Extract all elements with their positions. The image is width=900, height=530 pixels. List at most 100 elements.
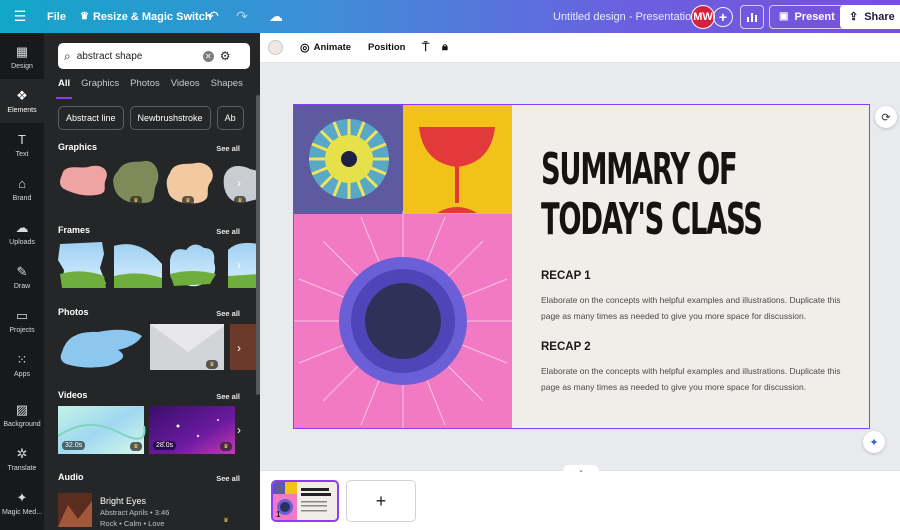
photos-heading: Photos (58, 307, 89, 317)
photos-see-all[interactable]: See all (216, 309, 240, 318)
shapes-icon: ❖ (16, 87, 28, 103)
chip-abstract-line[interactable]: Abstract line (58, 106, 124, 130)
cloud-save-status[interactable]: ☁ (268, 0, 284, 33)
share-label: Share (864, 10, 895, 23)
photos-next-icon[interactable]: › (232, 341, 246, 355)
rail-label: Design (11, 62, 33, 70)
recap1-body[interactable]: Elaborate on the concepts with helpful e… (541, 292, 861, 324)
graphics-see-all[interactable]: See all (216, 144, 240, 153)
rail-item-elements[interactable]: ❖ Elements (0, 79, 44, 123)
lock-button[interactable]: 🔒︎ (442, 41, 448, 54)
pen-icon: ✎ (16, 263, 28, 279)
background-color-swatch[interactable] (268, 40, 283, 55)
tab-shapes[interactable]: Shapes (211, 78, 243, 94)
chip-newbrushstroke[interactable]: Newbrushstroke (129, 106, 211, 130)
search-input[interactable] (76, 50, 197, 62)
rail-item-projects[interactable]: ▭ Projects (0, 299, 44, 343)
recap2-heading[interactable]: RECAP 2 (541, 341, 591, 353)
audio-track-artist: Abstract Aprils • 3:46 (100, 508, 170, 517)
folder-icon: ▭ (15, 307, 29, 323)
rail-item-apps[interactable]: ⁙ Apps (0, 343, 44, 387)
share-button[interactable]: ⇪ Share (840, 0, 900, 33)
recap2-body[interactable]: Elaborate on the concepts with helpful e… (541, 363, 861, 395)
videos-next-icon[interactable]: › (232, 423, 246, 437)
resize-label: Resize & Magic Switch (92, 10, 212, 23)
tab-graphics[interactable]: Graphics (81, 78, 119, 94)
audio-see-all[interactable]: See all (216, 474, 240, 483)
redo-icon: ↷ (236, 8, 248, 24)
animate-button[interactable]: ◎ Animate (300, 41, 351, 54)
resize-magic-switch-button[interactable]: ♛ Resize & Magic Switch (80, 0, 212, 33)
page-thumbnail-1[interactable]: 1 (271, 480, 339, 522)
photo-blue-brushstroke (60, 329, 142, 368)
redo-button[interactable]: ↷ (234, 0, 250, 33)
layout-icon: ▦ (15, 43, 29, 59)
rail-label: Uploads (9, 238, 35, 246)
rail-item-design[interactable]: ▦ Design (0, 35, 44, 79)
position-button[interactable]: Position (368, 42, 405, 53)
analytics-button[interactable] (740, 0, 764, 33)
frames-see-all[interactable]: See all (216, 227, 240, 236)
clear-search-icon[interactable]: ✕ (202, 50, 214, 62)
sunburst (309, 119, 389, 199)
audio-cover[interactable] (58, 493, 92, 527)
refresh-button[interactable]: ⟳ (875, 106, 897, 128)
rail-item-brand[interactable]: ⌂ Brand (0, 167, 44, 211)
document-title[interactable]: Untitled design - Presentation (553, 0, 697, 33)
avatar: MW (691, 4, 715, 29)
search-icon: ⌕ (64, 48, 71, 63)
rail-item-uploads[interactable]: ☁ Uploads (0, 211, 44, 255)
premium-crown-icon: ♛ (220, 516, 232, 525)
rail-label: Translate (7, 464, 37, 472)
audio-track-title[interactable]: Bright Eyes (100, 496, 146, 506)
slide-illustration (294, 105, 512, 428)
tab-all[interactable]: All (55, 78, 73, 99)
pages-strip: ⌄ 1 + (260, 465, 900, 530)
slide-title[interactable]: SUMMARY OF TODAY'S CLASS (541, 144, 763, 245)
recap1-heading[interactable]: RECAP 1 (541, 270, 591, 282)
slide-title-line1: SUMMARY OF (541, 144, 738, 195)
videos-heading: Videos (58, 390, 88, 400)
file-menu[interactable]: File (47, 0, 66, 33)
magic-icon: ✦ (16, 489, 28, 505)
rail-item-translate[interactable]: ✲ Translate (0, 437, 44, 481)
audio-heading: Audio (58, 472, 84, 482)
search-box: ⌕ ✕ ⚙ (58, 43, 250, 69)
slide[interactable]: SUMMARY OF TODAY'S CLASS RECAP 1 Elabora… (293, 104, 870, 429)
rail-item-magic-media[interactable]: ✦ Magic Med... (0, 481, 44, 525)
rail-item-text[interactable]: T Text (0, 123, 44, 167)
position-label: Position (368, 42, 406, 53)
filter-icon[interactable]: ⚙ (220, 49, 231, 63)
present-button[interactable]: ▣ Present (769, 0, 845, 33)
premium-crown-icon: ♛ (234, 196, 246, 205)
add-people-button[interactable]: + (713, 0, 733, 33)
rail-item-background[interactable]: ▨ Background (0, 393, 44, 437)
upload-cloud-icon: ☁ (15, 219, 29, 235)
rail-label: Elements (7, 106, 37, 114)
cloud-save-icon: ☁ (269, 8, 283, 24)
expand-pages-handle[interactable]: ⌄ (563, 465, 599, 475)
menu-button[interactable]: ☰ (12, 0, 28, 33)
analytics-icon (740, 4, 764, 29)
tab-photos[interactable]: Photos (130, 78, 160, 94)
undo-button[interactable]: ↶ (205, 0, 221, 33)
chevron-down-icon: ⌄ (578, 467, 584, 474)
frames-next-icon[interactable]: › (232, 258, 246, 272)
magic-assistant-button[interactable]: ✦ (863, 431, 885, 453)
video-duration: 28.0s (153, 441, 177, 450)
crown-icon: ♛ (80, 11, 89, 22)
file-label: File (47, 10, 66, 23)
chip-ab[interactable]: Ab (216, 106, 244, 130)
add-people-icon: + (713, 6, 733, 27)
add-page-button[interactable]: + (346, 480, 416, 522)
user-avatar[interactable]: MW (691, 0, 715, 33)
videos-see-all[interactable]: See all (216, 392, 240, 401)
tab-videos[interactable]: Videos (171, 78, 200, 94)
top-bar: ☰ File ♛ Resize & Magic Switch ↶ ↷ ☁ Unt… (0, 0, 900, 33)
paint-roller-button[interactable]: ⍑ (422, 40, 429, 55)
graphics-next-icon[interactable]: › (232, 176, 246, 190)
premium-crown-icon: ♛ (130, 442, 142, 451)
graphic-blob-pink (60, 165, 107, 196)
rail-item-draw[interactable]: ✎ Draw (0, 255, 44, 299)
page-number: 1 (276, 510, 281, 519)
